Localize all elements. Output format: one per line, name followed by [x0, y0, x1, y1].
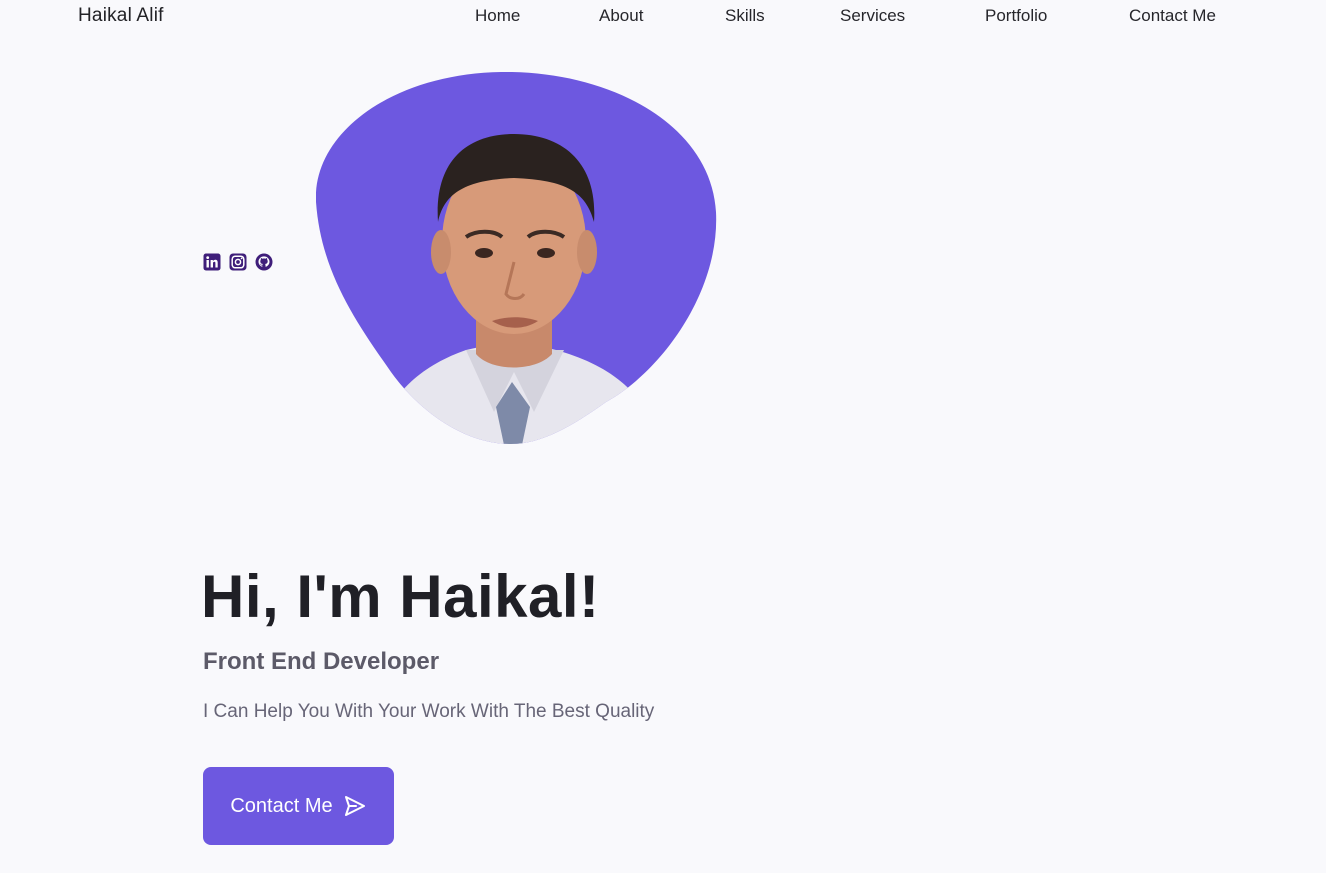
nav-portfolio[interactable]: Portfolio: [985, 6, 1047, 26]
nav-skills[interactable]: Skills: [725, 6, 765, 26]
instagram-icon[interactable]: [229, 253, 247, 271]
contact-me-label: Contact Me: [230, 794, 333, 817]
contact-me-button[interactable]: Contact Me: [203, 767, 394, 845]
nav-services[interactable]: Services: [840, 6, 905, 26]
hero-subtitle: Front End Developer: [203, 648, 440, 675]
profile-picture: [316, 72, 717, 445]
nav-contact[interactable]: Contact Me: [1129, 6, 1216, 26]
nav-home[interactable]: Home: [475, 6, 520, 26]
hero-title: Hi, I'm Haikal!: [201, 563, 600, 630]
main-nav: Home About Skills Services Portfolio Con…: [0, 6, 1326, 30]
header: Haikal Alif Home About Skills Services P…: [0, 0, 1326, 34]
hero-description: I Can Help You With Your Work With The B…: [203, 701, 655, 722]
github-icon[interactable]: [255, 253, 273, 271]
send-icon: [343, 794, 367, 818]
linkedin-icon[interactable]: [203, 253, 221, 271]
nav-about[interactable]: About: [599, 6, 643, 26]
